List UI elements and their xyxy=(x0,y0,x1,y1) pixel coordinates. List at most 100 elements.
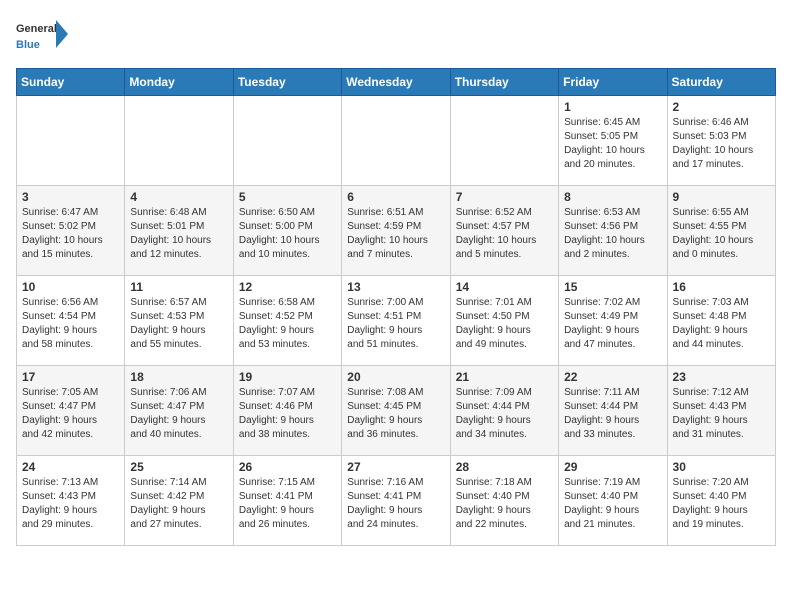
day-number: 1 xyxy=(564,100,661,114)
calendar-cell: 14 Sunrise: 7:01 AM Sunset: 4:50 PM Dayli… xyxy=(450,276,558,366)
day-info: Sunrise: 7:11 AM Sunset: 4:44 PM Dayligh… xyxy=(564,386,661,442)
day-number: 20 xyxy=(347,370,444,384)
day-info: Sunrise: 6:46 AM Sunset: 5:03 PM Dayligh… xyxy=(673,116,770,172)
calendar-cell: 8 Sunrise: 6:53 AM Sunset: 4:56 PM Daylig… xyxy=(559,186,667,276)
day-info: Sunrise: 7:06 AM Sunset: 4:47 PM Dayligh… xyxy=(130,386,227,442)
calendar-cell: 27 Sunrise: 7:16 AM Sunset: 4:41 PM Dayli… xyxy=(342,456,450,546)
day-info: Sunrise: 6:56 AM Sunset: 4:54 PM Dayligh… xyxy=(22,296,119,352)
calendar-cell: 21 Sunrise: 7:09 AM Sunset: 4:44 PM Dayli… xyxy=(450,366,558,456)
day-info: Sunrise: 7:20 AM Sunset: 4:40 PM Dayligh… xyxy=(673,476,770,532)
day-info: Sunrise: 7:03 AM Sunset: 4:48 PM Dayligh… xyxy=(673,296,770,352)
calendar-cell: 28Sunrise: 7:18 AM Sunset: 4:40 PM Dayli… xyxy=(450,456,558,546)
calendar-table: SundayMondayTuesdayWednesdayThursdayFrid… xyxy=(16,68,776,546)
day-info: Sunrise: 7:16 AM Sunset: 4:41 PM Dayligh… xyxy=(347,476,444,532)
day-info: Sunrise: 6:57 AM Sunset: 4:53 PM Dayligh… xyxy=(130,296,227,352)
day-number: 19 xyxy=(239,370,336,384)
calendar-cell: 22 Sunrise: 7:11 AM Sunset: 4:44 PM Dayli… xyxy=(559,366,667,456)
day-number: 10 xyxy=(22,280,119,294)
day-number: 8 xyxy=(564,190,661,204)
calendar-cell: 6 Sunrise: 6:51 AM Sunset: 4:59 PM Daylig… xyxy=(342,186,450,276)
day-of-week-header: Thursday xyxy=(450,69,558,96)
page-header: General Blue xyxy=(16,16,776,56)
calendar-cell: 11Sunrise: 6:57 AM Sunset: 4:53 PM Dayli… xyxy=(125,276,233,366)
day-number: 14 xyxy=(456,280,553,294)
day-info: Sunrise: 6:53 AM Sunset: 4:56 PM Dayligh… xyxy=(564,206,661,262)
calendar-week-row: 1 Sunrise: 6:45 AM Sunset: 5:05 PM Daylig… xyxy=(17,96,776,186)
svg-text:General: General xyxy=(16,23,57,35)
calendar-cell: 3 Sunrise: 6:47 AM Sunset: 5:02 PM Daylig… xyxy=(17,186,125,276)
calendar-cell: 24Sunrise: 7:13 AM Sunset: 4:43 PM Dayli… xyxy=(17,456,125,546)
day-of-week-header: Monday xyxy=(125,69,233,96)
day-number: 30 xyxy=(673,460,770,474)
day-number: 4 xyxy=(130,190,227,204)
logo-svg: General Blue xyxy=(16,16,71,56)
day-info: Sunrise: 7:01 AM Sunset: 4:50 PM Dayligh… xyxy=(456,296,553,352)
day-of-week-header: Wednesday xyxy=(342,69,450,96)
calendar-cell: 25 Sunrise: 7:14 AM Sunset: 4:42 PM Dayli… xyxy=(125,456,233,546)
day-number: 6 xyxy=(347,190,444,204)
calendar-cell xyxy=(342,96,450,186)
day-info: Sunrise: 6:47 AM Sunset: 5:02 PM Dayligh… xyxy=(22,206,119,262)
day-info: Sunrise: 7:05 AM Sunset: 4:47 PM Dayligh… xyxy=(22,386,119,442)
day-number: 26 xyxy=(239,460,336,474)
day-number: 13 xyxy=(347,280,444,294)
day-info: Sunrise: 7:07 AM Sunset: 4:46 PM Dayligh… xyxy=(239,386,336,442)
calendar-cell: 19 Sunrise: 7:07 AM Sunset: 4:46 PM Dayli… xyxy=(233,366,341,456)
day-number: 15 xyxy=(564,280,661,294)
day-info: Sunrise: 6:51 AM Sunset: 4:59 PM Dayligh… xyxy=(347,206,444,262)
calendar-week-row: 17 Sunrise: 7:05 AM Sunset: 4:47 PM Dayli… xyxy=(17,366,776,456)
day-number: 21 xyxy=(456,370,553,384)
calendar-cell: 20 Sunrise: 7:08 AM Sunset: 4:45 PM Dayli… xyxy=(342,366,450,456)
day-number: 9 xyxy=(673,190,770,204)
day-info: Sunrise: 6:50 AM Sunset: 5:00 PM Dayligh… xyxy=(239,206,336,262)
day-number: 25 xyxy=(130,460,227,474)
day-number: 3 xyxy=(22,190,119,204)
calendar-cell: 12Sunrise: 6:58 AM Sunset: 4:52 PM Dayli… xyxy=(233,276,341,366)
day-number: 5 xyxy=(239,190,336,204)
calendar-week-row: 10 Sunrise: 6:56 AM Sunset: 4:54 PM Dayli… xyxy=(17,276,776,366)
day-info: Sunrise: 7:19 AM Sunset: 4:40 PM Dayligh… xyxy=(564,476,661,532)
calendar-cell: 10 Sunrise: 6:56 AM Sunset: 4:54 PM Dayli… xyxy=(17,276,125,366)
day-number: 23 xyxy=(673,370,770,384)
day-info: Sunrise: 7:14 AM Sunset: 4:42 PM Dayligh… xyxy=(130,476,227,532)
calendar-cell: 15 Sunrise: 7:02 AM Sunset: 4:49 PM Dayli… xyxy=(559,276,667,366)
day-info: Sunrise: 6:45 AM Sunset: 5:05 PM Dayligh… xyxy=(564,116,661,172)
day-number: 17 xyxy=(22,370,119,384)
day-info: Sunrise: 7:13 AM Sunset: 4:43 PM Dayligh… xyxy=(22,476,119,532)
calendar-cell xyxy=(125,96,233,186)
calendar-week-row: 24Sunrise: 7:13 AM Sunset: 4:43 PM Dayli… xyxy=(17,456,776,546)
day-of-week-header: Friday xyxy=(559,69,667,96)
calendar-cell: 1 Sunrise: 6:45 AM Sunset: 5:05 PM Daylig… xyxy=(559,96,667,186)
day-info: Sunrise: 7:02 AM Sunset: 4:49 PM Dayligh… xyxy=(564,296,661,352)
calendar-cell xyxy=(450,96,558,186)
day-info: Sunrise: 6:55 AM Sunset: 4:55 PM Dayligh… xyxy=(673,206,770,262)
calendar-cell: 4Sunrise: 6:48 AM Sunset: 5:01 PM Daylig… xyxy=(125,186,233,276)
svg-text:Blue: Blue xyxy=(16,39,40,51)
day-number: 29 xyxy=(564,460,661,474)
calendar-cell: 30 Sunrise: 7:20 AM Sunset: 4:40 PM Dayli… xyxy=(667,456,775,546)
day-number: 2 xyxy=(673,100,770,114)
calendar-cell: 17 Sunrise: 7:05 AM Sunset: 4:47 PM Dayli… xyxy=(17,366,125,456)
day-number: 12 xyxy=(239,280,336,294)
logo: General Blue xyxy=(16,16,71,56)
day-info: Sunrise: 7:08 AM Sunset: 4:45 PM Dayligh… xyxy=(347,386,444,442)
day-info: Sunrise: 7:09 AM Sunset: 4:44 PM Dayligh… xyxy=(456,386,553,442)
calendar-cell: 2 Sunrise: 6:46 AM Sunset: 5:03 PM Daylig… xyxy=(667,96,775,186)
calendar-cell xyxy=(233,96,341,186)
day-number: 27 xyxy=(347,460,444,474)
calendar-cell: 13 Sunrise: 7:00 AM Sunset: 4:51 PM Dayli… xyxy=(342,276,450,366)
day-info: Sunrise: 7:12 AM Sunset: 4:43 PM Dayligh… xyxy=(673,386,770,442)
calendar-cell: 16 Sunrise: 7:03 AM Sunset: 4:48 PM Dayli… xyxy=(667,276,775,366)
day-info: Sunrise: 7:18 AM Sunset: 4:40 PM Dayligh… xyxy=(456,476,553,532)
day-number: 18 xyxy=(130,370,227,384)
day-number: 16 xyxy=(673,280,770,294)
calendar-cell: 18 Sunrise: 7:06 AM Sunset: 4:47 PM Dayli… xyxy=(125,366,233,456)
calendar-cell: 7Sunrise: 6:52 AM Sunset: 4:57 PM Daylig… xyxy=(450,186,558,276)
calendar-header-row: SundayMondayTuesdayWednesdayThursdayFrid… xyxy=(17,69,776,96)
day-info: Sunrise: 7:00 AM Sunset: 4:51 PM Dayligh… xyxy=(347,296,444,352)
calendar-cell: 29 Sunrise: 7:19 AM Sunset: 4:40 PM Dayli… xyxy=(559,456,667,546)
day-info: Sunrise: 6:52 AM Sunset: 4:57 PM Dayligh… xyxy=(456,206,553,262)
day-number: 22 xyxy=(564,370,661,384)
calendar-cell: 26Sunrise: 7:15 AM Sunset: 4:41 PM Dayli… xyxy=(233,456,341,546)
calendar-week-row: 3 Sunrise: 6:47 AM Sunset: 5:02 PM Daylig… xyxy=(17,186,776,276)
